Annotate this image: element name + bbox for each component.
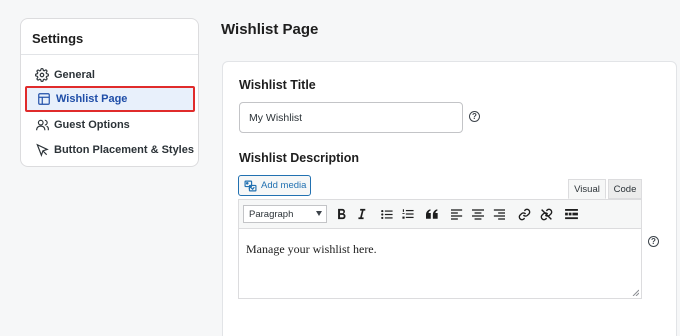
wishlist-title-label: Wishlist Title	[239, 78, 316, 92]
format-select[interactable]: Paragraph	[243, 205, 327, 223]
media-icon	[244, 180, 257, 192]
question-icon[interactable]: ?	[648, 236, 659, 247]
numbered-list-icon[interactable]	[400, 206, 416, 222]
blockquote-icon[interactable]	[424, 206, 440, 222]
wishlist-description-label: Wishlist Description	[239, 151, 360, 165]
layout-icon	[36, 91, 52, 107]
format-select-value: Paragraph	[249, 208, 294, 220]
align-right-icon[interactable]	[491, 206, 507, 222]
italic-icon[interactable]	[353, 206, 369, 222]
sidebar-title: Settings	[32, 31, 84, 46]
sidebar-item-wishlist-page[interactable]: Wishlist Page	[25, 86, 195, 112]
add-media-button[interactable]: Add media	[238, 175, 311, 196]
toolbar-toggle-icon[interactable]	[563, 206, 579, 222]
align-center-icon[interactable]	[470, 206, 486, 222]
editor-content: Manage your wishlist here.	[246, 242, 377, 256]
cursor-icon	[34, 142, 50, 158]
sidebar-item-guest-options[interactable]: Guest Options	[34, 114, 130, 136]
description-editor[interactable]: Paragraph Manage your wishlist here.	[238, 199, 642, 299]
settings-sidebar: Settings General Wishlist Page Guest Opt…	[20, 18, 199, 167]
page-title: Wishlist Page	[221, 21, 319, 38]
gear-icon	[34, 67, 50, 83]
users-icon	[34, 117, 50, 133]
sidebar-item-label: General	[54, 69, 95, 81]
chevron-down-icon	[316, 211, 322, 216]
align-left-icon[interactable]	[449, 206, 465, 222]
question-icon[interactable]: ?	[469, 111, 480, 122]
link-icon[interactable]	[516, 206, 532, 222]
add-media-label: Add media	[261, 180, 307, 191]
unlink-icon[interactable]	[538, 206, 554, 222]
bullet-list-icon[interactable]	[379, 206, 395, 222]
sidebar-divider	[21, 54, 198, 55]
sidebar-item-label: Wishlist Page	[56, 93, 128, 105]
tab-code[interactable]: Code	[608, 179, 642, 199]
sidebar-item-general[interactable]: General	[34, 64, 95, 86]
sidebar-item-label: Guest Options	[54, 119, 130, 131]
tab-visual[interactable]: Visual	[568, 179, 606, 199]
editor-toolbar: Paragraph	[239, 200, 641, 229]
bold-icon[interactable]	[333, 206, 349, 222]
wishlist-title-value: My Wishlist	[249, 111, 303, 124]
sidebar-item-label: Button Placement & Styles	[54, 144, 194, 156]
sidebar-item-button-placement[interactable]: Button Placement & Styles	[34, 139, 194, 161]
resize-handle-icon[interactable]	[632, 289, 639, 296]
wishlist-title-input[interactable]: My Wishlist	[239, 102, 463, 133]
